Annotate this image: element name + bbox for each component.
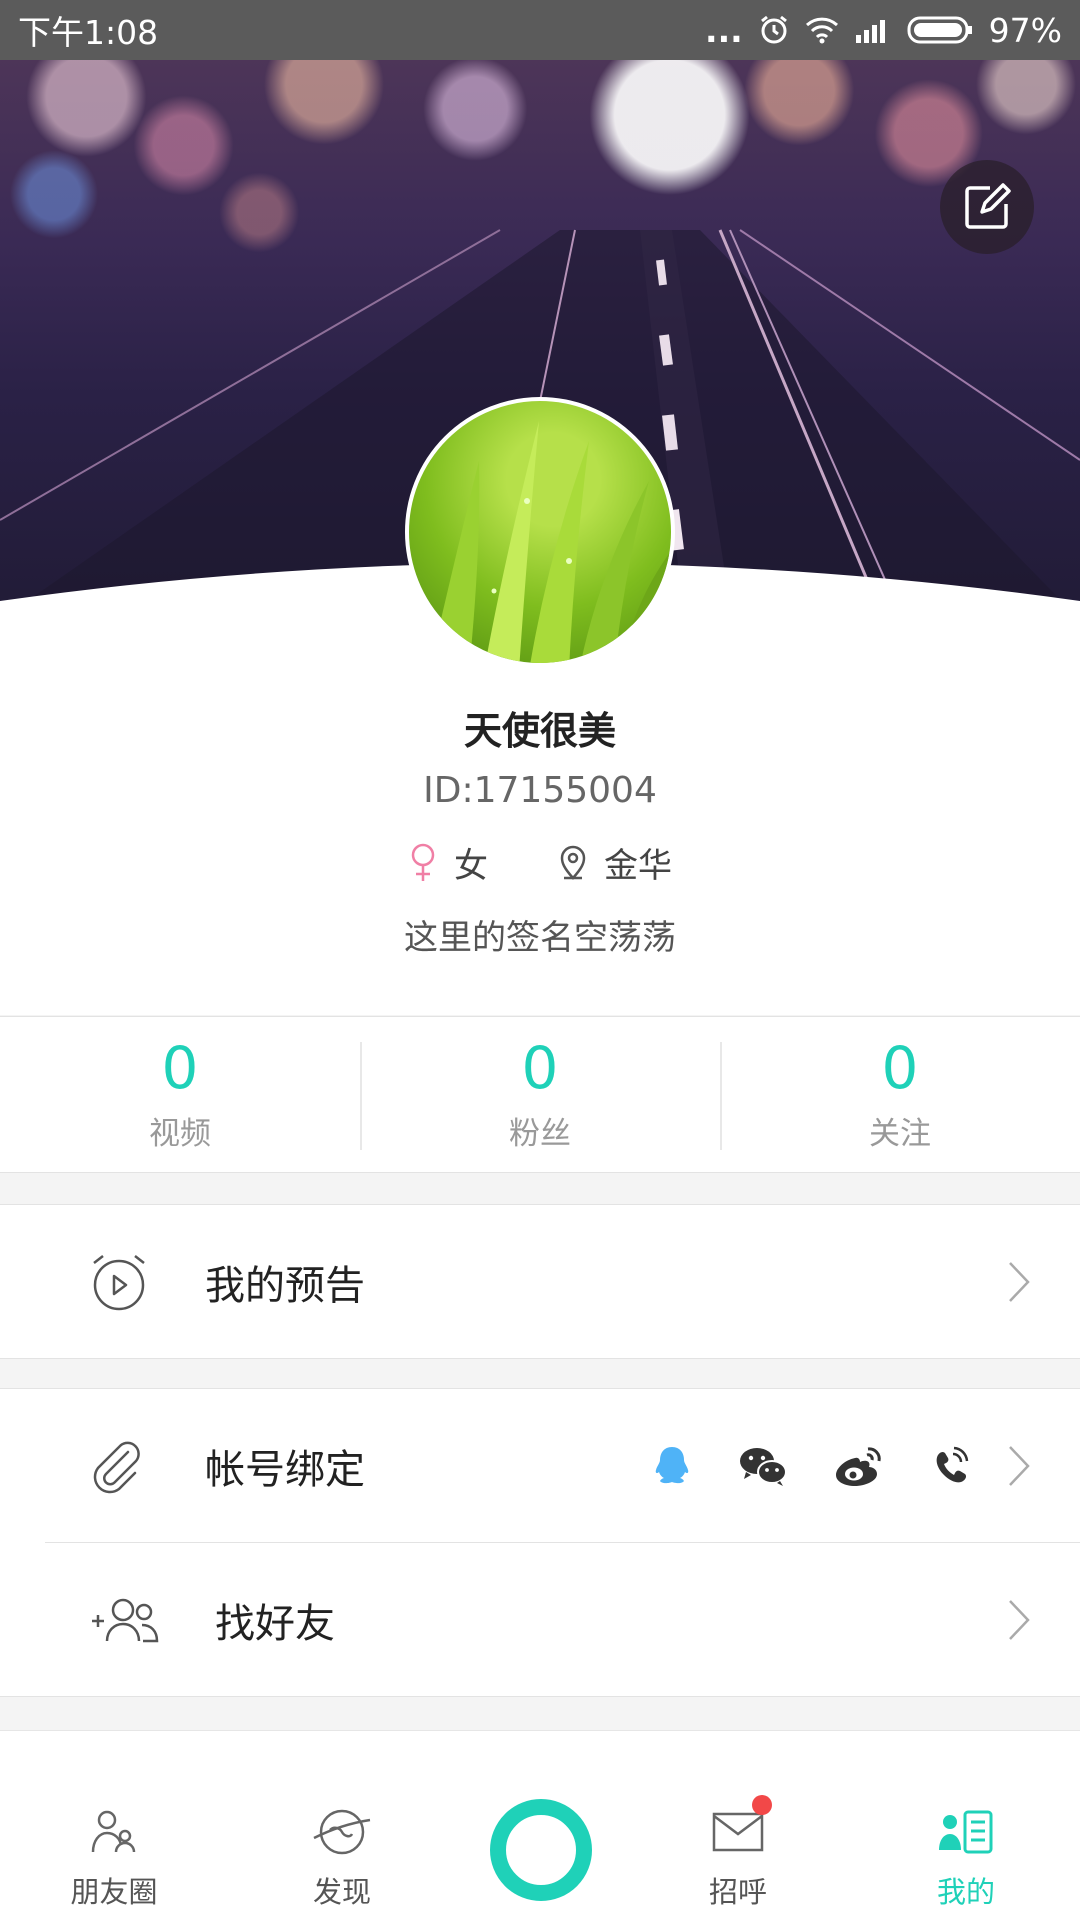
signal-icon [855, 17, 891, 43]
stat-following[interactable]: 0 关注 [720, 1017, 1080, 1172]
stat-value: 0 [521, 1034, 559, 1102]
wechat-icon[interactable] [738, 1445, 788, 1487]
weibo-icon[interactable] [834, 1445, 884, 1487]
signature: 这里的签名空荡荡 [404, 918, 676, 958]
phone-icon[interactable] [930, 1445, 970, 1487]
menu-label: 找好友 [215, 1600, 335, 1647]
wifi-icon [805, 16, 839, 44]
friends-icon [90, 1805, 138, 1859]
account-section: 帐号绑定 找好友 [0, 1388, 1080, 1697]
stat-videos[interactable]: 0 视频 [0, 1017, 360, 1172]
nav-label: 发现 [312, 1875, 371, 1909]
qq-icon[interactable] [652, 1445, 692, 1487]
preview-section: 我的预告 [0, 1204, 1080, 1359]
avatar-grass-image [430, 421, 671, 663]
paperclip-icon [93, 1441, 140, 1493]
menu-account-binding[interactable]: 帐号绑定 [0, 1389, 1080, 1542]
status-bar: 下午1:08 ... 97% [0, 0, 1080, 60]
status-icons: ... 97% [705, 11, 1062, 50]
username: 天使很美 [463, 709, 616, 753]
menu-find-friends[interactable]: 找好友 [0, 1543, 1080, 1696]
more-dots: ... [705, 10, 743, 50]
stat-label: 关注 [869, 1116, 931, 1152]
stat-label: 粉丝 [509, 1116, 571, 1152]
menu-my-preview[interactable]: 我的预告 [0, 1205, 1080, 1358]
location-label: 金华 [604, 846, 672, 886]
gender-item: 女 [408, 838, 488, 887]
discover-icon [312, 1805, 372, 1859]
menu-label: 帐号绑定 [205, 1446, 365, 1493]
nav-greetings[interactable]: 招呼 [658, 1731, 818, 1920]
record-button[interactable] [490, 1799, 592, 1901]
chevron-right-icon [1009, 1445, 1030, 1486]
mail-icon [712, 1795, 772, 1859]
avatar[interactable] [405, 397, 675, 667]
nav-label: 我的 [936, 1875, 995, 1909]
battery-percent: 97% [988, 10, 1062, 50]
alarm-icon [759, 15, 789, 45]
stat-value: 0 [161, 1034, 199, 1102]
nav-label: 招呼 [708, 1875, 767, 1909]
nav-discover[interactable]: 发现 [262, 1731, 422, 1920]
notification-dot [752, 1795, 772, 1815]
menu-label: 我的预告 [205, 1262, 365, 1309]
status-time: 下午1:08 [18, 13, 159, 52]
alarm-clock-icon [93, 1254, 145, 1310]
user-id: ID:17155004 [423, 770, 657, 811]
stat-value: 0 [881, 1034, 919, 1102]
chevron-right-icon [1009, 1261, 1030, 1302]
stats-bar: 0 视频 0 粉丝 0 关注 [0, 1016, 1080, 1173]
stat-label: 视频 [149, 1116, 211, 1152]
nav-friends[interactable]: 朋友圈 [34, 1731, 194, 1920]
location-item: 金华 [558, 838, 672, 887]
chevron-right-icon [1009, 1599, 1030, 1640]
edit-icon [965, 183, 1011, 229]
binding-icons [652, 1445, 970, 1487]
female-icon [411, 843, 435, 881]
profile-meta: 女 金华 [0, 838, 1080, 887]
stat-fans[interactable]: 0 粉丝 [360, 1017, 720, 1172]
nav-label: 朋友圈 [70, 1875, 158, 1909]
battery-icon [907, 15, 973, 45]
edit-profile-button[interactable] [940, 160, 1034, 254]
profile-icon [939, 1805, 993, 1859]
profile-info: 天使很美 ID:17155004 女 金华 这里的签名空荡荡 [0, 670, 1080, 1015]
bottom-nav: 朋友圈 发现 招呼 我的 [0, 1730, 1080, 1920]
nav-mine[interactable]: 我的 [886, 1731, 1046, 1920]
gender-label: 女 [454, 846, 488, 886]
add-friends-icon [92, 1598, 159, 1642]
location-pin-icon [560, 845, 586, 880]
